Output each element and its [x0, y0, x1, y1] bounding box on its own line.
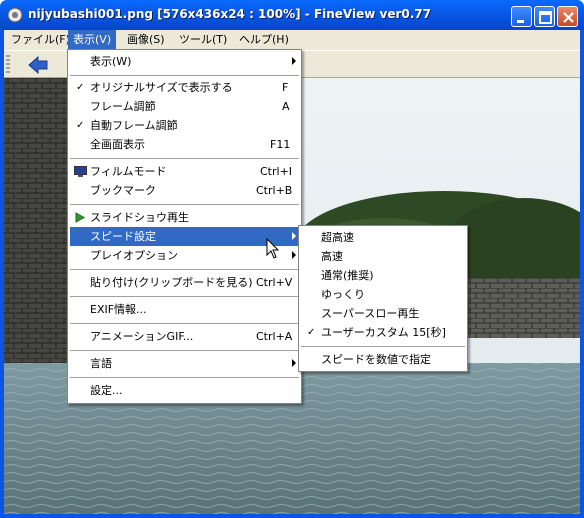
close-button[interactable]: [557, 6, 578, 27]
app-icon: [7, 7, 23, 23]
menu-item-shortcut: Ctrl+V: [256, 276, 293, 289]
maximize-button[interactable]: [534, 6, 555, 27]
menu-item-shortcut: F11: [270, 138, 291, 151]
check-icon: ✓: [76, 120, 85, 131]
menu-item-language[interactable]: 言語: [70, 354, 299, 373]
menu-item-label: スーパースロー再生: [321, 307, 420, 320]
back-arrow-icon: [28, 55, 48, 75]
speed-item-numeric[interactable]: スピードを数値で指定: [301, 350, 465, 369]
menu-item-label: スピード設定: [90, 230, 156, 243]
title-bar[interactable]: nijyubashi001.png [576x436x24 : 100%] - …: [0, 0, 584, 30]
menu-item-label: スピードを数値で指定: [321, 353, 431, 366]
speed-item-super-slow[interactable]: スーパースロー再生: [301, 304, 465, 323]
maximize-icon: [539, 11, 552, 24]
menu-item-original-size[interactable]: ✓ オリジナルサイズで表示する F: [70, 78, 299, 97]
submenu-arrow-icon: [292, 232, 296, 240]
menu-view[interactable]: 表示(V): [68, 30, 117, 50]
menu-separator: [70, 296, 299, 297]
menu-item-label: 超高速: [321, 231, 354, 244]
minimize-icon: [517, 20, 524, 23]
menu-item-label: アニメーションGIF...: [90, 330, 194, 343]
menu-item-paste[interactable]: 貼り付け(クリップボードを見る) Ctrl+V: [70, 273, 299, 292]
menu-item-film-mode[interactable]: フィルムモード Ctrl+I: [70, 162, 299, 181]
menu-item-label: プレイオプション: [90, 249, 178, 262]
menu-separator: [70, 323, 299, 324]
menu-tools[interactable]: ツール(T): [174, 30, 232, 50]
check-icon: ✓: [76, 82, 85, 93]
menu-item-speed-settings[interactable]: スピード設定: [70, 227, 299, 246]
back-button[interactable]: [26, 53, 50, 77]
menu-item-label: ユーザーカスタム 15[秒]: [321, 326, 446, 339]
speed-item-ultra-fast[interactable]: 超高速: [301, 228, 465, 247]
menu-image[interactable]: 画像(S): [122, 30, 170, 50]
menu-item-label: 設定...: [90, 384, 123, 397]
menu-item-label: 自動フレーム調節: [90, 119, 178, 132]
menu-item-label: フィルムモード: [90, 165, 167, 178]
menu-item-label: フレーム調節: [90, 100, 156, 113]
speed-item-fast[interactable]: 高速: [301, 247, 465, 266]
monitor-icon: [74, 166, 87, 177]
play-icon: [75, 212, 85, 223]
menu-separator: [70, 204, 299, 205]
menu-item-display[interactable]: 表示(W): [70, 52, 299, 71]
menu-item-label: スライドショウ再生: [90, 211, 189, 224]
menu-separator: [70, 158, 299, 159]
menu-item-bookmark[interactable]: ブックマーク Ctrl+B: [70, 181, 299, 200]
submenu-arrow-icon: [292, 359, 296, 367]
menu-item-shortcut: F: [282, 81, 289, 94]
view-menu: 表示(W) ✓ オリジナルサイズで表示する F フレーム調節 A ✓ 自動フレー…: [67, 49, 302, 404]
menu-separator: [301, 346, 465, 347]
menu-item-label: ブックマーク: [90, 184, 156, 197]
check-icon: ✓: [307, 327, 316, 338]
menu-separator: [70, 377, 299, 378]
menu-item-slideshow[interactable]: スライドショウ再生: [70, 208, 299, 227]
menu-item-label: オリジナルサイズで表示する: [90, 81, 233, 94]
menu-item-label: EXIF情報...: [90, 303, 147, 316]
menu-item-shortcut: A: [282, 100, 290, 113]
menu-item-animated-gif[interactable]: アニメーションGIF... Ctrl+A: [70, 327, 299, 346]
submenu-arrow-icon: [292, 57, 296, 65]
menu-help[interactable]: ヘルプ(H): [234, 30, 294, 50]
menu-item-label: 貼り付け(クリップボードを見る): [90, 276, 253, 289]
menu-item-label: 言語: [90, 357, 112, 370]
menu-item-shortcut: Ctrl+B: [256, 184, 293, 197]
close-icon: [563, 12, 574, 23]
menu-item-label: ゆっくり: [321, 288, 365, 301]
window-title: nijyubashi001.png [576x436x24 : 100%] - …: [28, 7, 432, 21]
speed-item-slow[interactable]: ゆっくり: [301, 285, 465, 304]
menu-item-shortcut: Ctrl+I: [260, 165, 293, 178]
speed-item-user-custom[interactable]: ✓ ユーザーカスタム 15[秒]: [301, 323, 465, 342]
menu-item-label: 全画面表示: [90, 138, 145, 151]
speed-submenu: 超高速 高速 通常(推奨) ゆっくり スーパースロー再生 ✓ ユーザーカスタム …: [298, 225, 468, 372]
speed-item-normal[interactable]: 通常(推奨): [301, 266, 465, 285]
menu-item-play-options[interactable]: プレイオプション: [70, 246, 299, 265]
menu-separator: [70, 350, 299, 351]
menu-separator: [70, 269, 299, 270]
menu-item-settings[interactable]: 設定...: [70, 381, 299, 400]
menu-item-frame-adjust[interactable]: フレーム調節 A: [70, 97, 299, 116]
submenu-arrow-icon: [292, 251, 296, 259]
menu-item-auto-frame-adjust[interactable]: ✓ 自動フレーム調節: [70, 116, 299, 135]
minimize-button[interactable]: [511, 6, 532, 27]
menu-item-label: 通常(推奨): [321, 269, 374, 282]
menu-bar: ファイル(F) 表示(V) 画像(S) ツール(T) ヘルプ(H): [4, 30, 580, 50]
menu-item-fullscreen[interactable]: 全画面表示 F11: [70, 135, 299, 154]
mouse-cursor-icon: [266, 238, 280, 259]
menu-item-shortcut: Ctrl+A: [256, 330, 293, 343]
menu-file[interactable]: ファイル(F): [6, 30, 75, 50]
menu-item-exif[interactable]: EXIF情報...: [70, 300, 299, 319]
menu-item-label: 表示(W): [90, 55, 132, 68]
toolbar-grip[interactable]: [6, 55, 10, 75]
menu-item-label: 高速: [321, 250, 343, 263]
menu-separator: [70, 75, 299, 76]
